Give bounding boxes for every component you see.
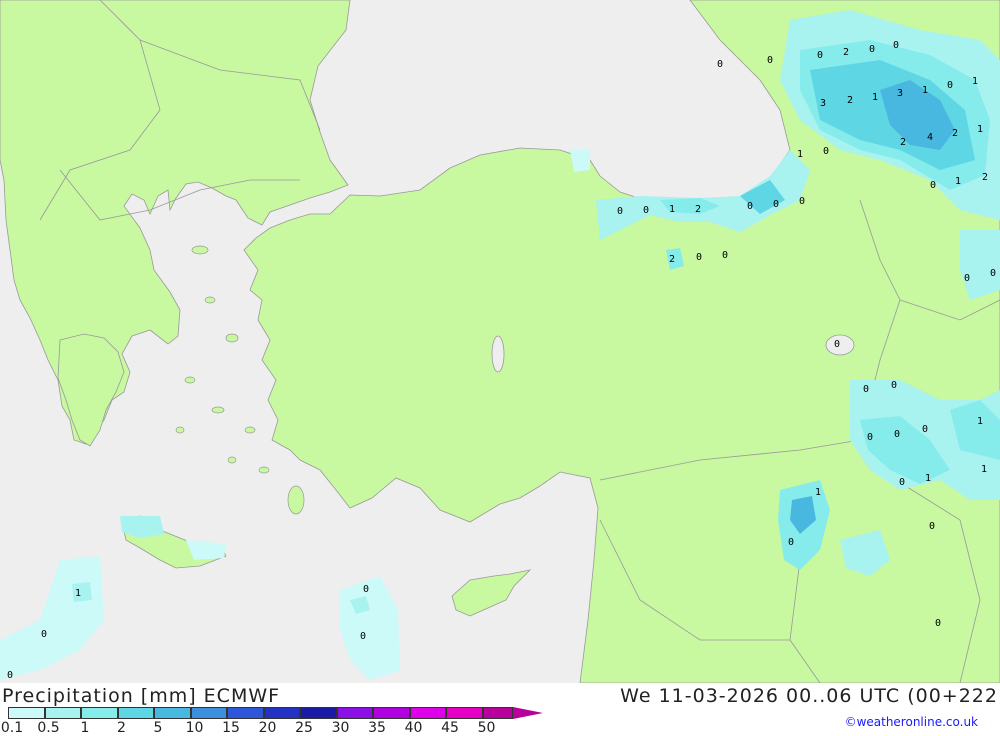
legend-swatch	[373, 707, 410, 719]
precip-value-label: 0	[834, 339, 840, 350]
precip-value-label: 0	[869, 44, 875, 55]
precip-value-label: 0	[823, 146, 829, 157]
legend-swatch	[190, 707, 227, 719]
precip-value-label: 0	[893, 40, 899, 51]
precipitation-map: 0 0 0 2 0 0 3 2 1 3 1 0 1 2 4 2 1 1 0 0 1 2 0 0 1 2 0 0 0 2 0 0 0 0 0 0 0 0 0 0…	[0, 0, 1000, 683]
precip-value-label: 0	[929, 521, 935, 532]
precip-value-label: 0	[767, 55, 773, 66]
precip-value-label: 1	[981, 464, 987, 475]
legend-tick-label: 2	[117, 720, 126, 736]
precip-value-label: 0	[773, 199, 779, 210]
precip-value-label: 0	[363, 584, 369, 595]
precip-value-label: 1	[977, 416, 983, 427]
precip-value-label: 0	[747, 201, 753, 212]
precip-value-label: 0	[899, 477, 905, 488]
precip-value-label: 0	[930, 180, 936, 191]
legend-swatch	[8, 707, 45, 719]
precip-value-label: 0	[643, 205, 649, 216]
precip-value-label: 0	[41, 629, 47, 640]
precip-value-label: 0	[990, 268, 996, 279]
legend-swatch	[482, 707, 513, 719]
precip-value-label: 1	[75, 588, 81, 599]
legend-tick-label: 20	[258, 720, 277, 736]
legend-tick-label: 0.1	[0, 720, 24, 736]
precip-value-label: 1	[972, 76, 978, 87]
precip-value-label: 0	[7, 670, 13, 681]
legend-arrow-tip	[513, 707, 543, 719]
precip-value-label: 2	[669, 254, 675, 265]
precip-value-label: 2	[952, 128, 958, 139]
legend-swatch	[81, 707, 118, 719]
precip-value-label: 2	[900, 137, 906, 148]
legend-tick-label: 40	[404, 720, 423, 736]
precip-value-label: 3	[897, 88, 903, 99]
precip-value-label: 1	[977, 124, 983, 135]
legend-swatch	[446, 707, 483, 719]
precip-value-label: 0	[717, 59, 723, 70]
credit-link[interactable]: ©weatheronline.co.uk	[845, 715, 978, 729]
legend-tick-label: 50	[477, 720, 496, 736]
precip-value-label: 1	[922, 85, 928, 96]
legend-swatch	[300, 707, 337, 719]
legend-tick-label: 45	[441, 720, 459, 736]
legend-tick-label: 35	[368, 720, 386, 736]
precip-value-label: 1	[669, 204, 675, 215]
legend-tick-label: 5	[153, 720, 163, 736]
precip-value-label: 1	[925, 473, 931, 484]
legend-swatch	[263, 707, 300, 719]
precip-value-label: 0	[360, 631, 366, 642]
legend-tick-label: 25	[295, 720, 313, 736]
legend-swatch	[336, 707, 373, 719]
precip-value-label: 0	[722, 250, 728, 261]
footer: Precipitation [mm] ECMWF We 11-03-2026 0…	[0, 683, 1000, 736]
precip-value-label: 0	[867, 432, 873, 443]
legend-title: Precipitation [mm] ECMWF	[2, 685, 281, 707]
precip-value-label: 0	[922, 424, 928, 435]
precip-value-label: 1	[955, 176, 961, 187]
precip-value-label: 1	[872, 92, 878, 103]
precip-value-label: 0	[894, 429, 900, 440]
legend-tick-label: 10	[185, 720, 204, 736]
precip-value-label: 0	[863, 384, 869, 395]
legend-tick-label: 15	[222, 720, 240, 736]
legend-tick-label: 0.5	[37, 720, 60, 736]
legend-swatch	[409, 707, 446, 719]
precip-value-label: 0	[617, 206, 623, 217]
precip-value-label: 2	[843, 47, 849, 58]
precip-value-label: 0	[788, 537, 794, 548]
legend-swatch	[117, 707, 154, 719]
legend-tick-label: 30	[331, 720, 350, 736]
legend-swatch	[44, 707, 81, 719]
precip-value-label: 0	[799, 196, 805, 207]
precip-value-label: 0	[817, 50, 823, 61]
precip-value-label: 2	[847, 95, 853, 106]
forecast-datetime: We 11-03-2026 00..06 UTC (00+222	[620, 685, 998, 707]
precip-value-label: 0	[935, 618, 941, 629]
precip-value-label: 0	[947, 80, 953, 91]
precip-value-label: 1	[815, 487, 821, 498]
precip-value-label: 0	[696, 252, 702, 263]
legend-tick-label: 1	[80, 720, 90, 736]
precip-value-label: 2	[695, 204, 701, 215]
legend-swatch	[154, 707, 191, 719]
precip-value-label: 1	[797, 149, 803, 160]
precip-value-label: 0	[964, 273, 970, 284]
precip-value-label: 0	[891, 380, 897, 391]
lake-tuz	[491, 335, 505, 373]
precip-value-label: 4	[927, 132, 933, 143]
precip-value-label: 3	[820, 98, 826, 109]
precip-value-label: 2	[982, 172, 988, 183]
legend-swatch	[227, 707, 264, 719]
